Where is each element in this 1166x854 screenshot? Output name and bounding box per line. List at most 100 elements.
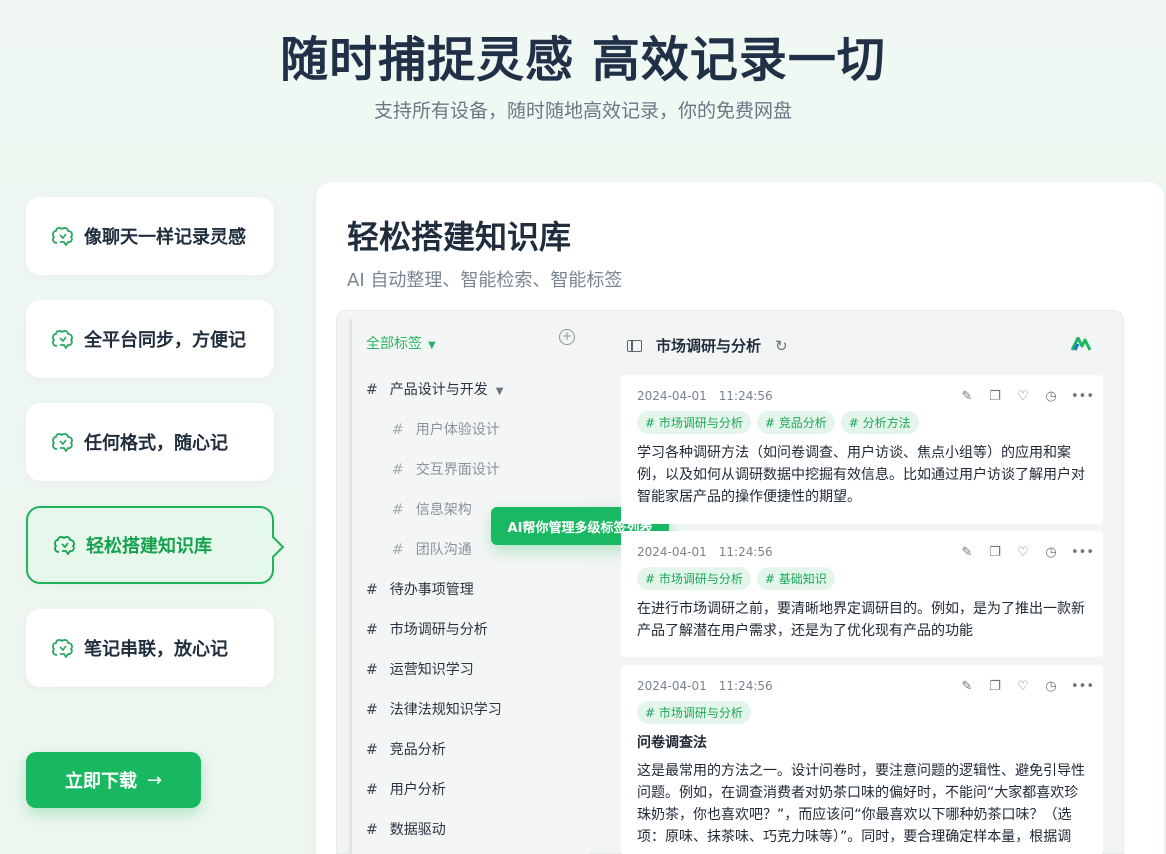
panel-subtitle: AI 自动整理、智能检索、智能标签 <box>347 270 623 291</box>
tag-item[interactable]: # 待办事项管理 <box>366 579 474 599</box>
hash-icon: # <box>392 502 404 518</box>
tag-label: 法律法规知识学习 <box>389 702 502 718</box>
edit-icon[interactable]: ✎ <box>959 389 975 404</box>
hash-icon: # <box>366 662 378 678</box>
tag-label: 产品设计与开发 <box>389 382 488 398</box>
app-logo-icon <box>1071 337 1091 351</box>
copy-icon[interactable]: ❐ <box>987 545 1003 560</box>
tag-label: 交互界面设计 <box>415 462 500 478</box>
feature-item[interactable]: 全平台同步，方便记 <box>26 300 274 378</box>
tag-chip[interactable]: # 分析方法 <box>840 411 919 434</box>
tag-label: 数据驱动 <box>389 822 446 838</box>
note-actions: ✎ ❐ ♡ ◷ ••• <box>959 545 1094 560</box>
tag-chip[interactable]: # 竞品分析 <box>756 411 835 434</box>
tag-chip[interactable]: # 基础知识 <box>756 567 835 590</box>
note-date: 2024-04-01 <box>637 389 707 403</box>
tag-item[interactable]: # 数据驱动 <box>366 819 446 839</box>
note-body: 学习各种调研方法（如问卷调查、用户访谈、焦点小组等）的应用和案例，以及如何从调研… <box>637 445 1085 505</box>
note-time: 11:24:56 <box>718 389 773 403</box>
brain-icon <box>50 328 76 350</box>
hash-icon: # <box>392 542 404 558</box>
arrow-right-icon: → <box>146 769 163 791</box>
tag-item[interactable]: # 法律法规知识学习 <box>366 699 502 719</box>
feature-item[interactable]: 像聊天一样记录灵感 <box>26 197 274 275</box>
note-body: 这是最常用的方法之一。设计问卷时，要注意问题的逻辑性、避免引导性问题。例如，在调… <box>637 763 1085 845</box>
more-icon[interactable]: ••• <box>1071 389 1094 404</box>
heart-icon[interactable]: ♡ <box>1015 545 1031 560</box>
tag-item[interactable]: # 用户体验设计 <box>392 419 500 439</box>
copy-icon[interactable]: ❐ <box>987 679 1003 694</box>
tag-sidebar: 全部标签 ▼ + # 产品设计与开发 ▼ # 用户体验设计 # 交互界面设计 # 信息架构 # 团队沟… <box>349 319 589 854</box>
tag-label: 用户分析 <box>389 782 446 798</box>
hash-icon: # <box>366 822 378 838</box>
tag-item[interactable]: # 产品设计与开发 ▼ <box>366 379 503 399</box>
note-date: 2024-04-01 <box>637 545 707 559</box>
tag-item[interactable]: # 竞品分析 <box>366 739 446 759</box>
refresh-icon[interactable]: ↻ <box>775 337 788 355</box>
hero-title: 随时捕捉灵感 高效记录一切 <box>280 32 886 88</box>
note-body: 在进行市场调研之前，要清晰地界定调研目的。例如，是为了推出一款新产品了解潜在用户… <box>637 601 1085 639</box>
tag-chip[interactable]: # 市场调研与分析 <box>637 701 751 724</box>
note-tags: # 市场调研与分析 <box>637 701 1087 724</box>
note-time: 11:24:56 <box>718 679 773 693</box>
tag-label: 团队沟通 <box>415 542 472 558</box>
feature-item[interactable]: 笔记串联，放心记 <box>26 609 274 687</box>
tag-item[interactable]: # 市场调研与分析 <box>366 619 488 639</box>
sidebar-toggle-icon[interactable] <box>627 339 642 352</box>
content-header: 市场调研与分析 ↻ <box>627 335 788 356</box>
tag-label: 待办事项管理 <box>389 582 474 598</box>
alarm-icon[interactable]: ◷ <box>1043 389 1059 404</box>
note-card[interactable]: 2024-04-01 11:24:56 ✎ ❐ ♡ ◷ ••• # 市场调研与分析 问卷调查法这… <box>621 665 1103 854</box>
feature-label: 任何格式，随心记 <box>84 433 228 454</box>
hash-icon: # <box>366 702 378 718</box>
tag-item[interactable]: # 交互界面设计 <box>392 459 500 479</box>
tag-label: 信息架构 <box>415 502 472 518</box>
more-icon[interactable]: ••• <box>1071 545 1094 560</box>
tag-item[interactable]: # 运营知识学习 <box>366 659 474 679</box>
feature-item[interactable]: 任何格式，随心记 <box>26 403 274 481</box>
hash-icon: # <box>366 622 378 638</box>
heart-icon[interactable]: ♡ <box>1015 679 1031 694</box>
note-tags: # 市场调研与分析 # 竞品分析 # 分析方法 <box>637 411 1087 434</box>
content-title: 市场调研与分析 <box>656 337 762 355</box>
brain-icon <box>50 225 76 247</box>
panel-title: 轻松搭建知识库 <box>347 218 572 256</box>
hash-icon: # <box>366 582 378 598</box>
feature-label: 全平台同步，方便记 <box>84 330 246 351</box>
all-tags-dropdown[interactable]: 全部标签 ▼ <box>366 333 436 353</box>
heart-icon[interactable]: ♡ <box>1015 389 1031 404</box>
tag-chip[interactable]: # 市场调研与分析 <box>637 567 751 590</box>
hero-subtitle: 支持所有设备，随时随地高效记录，你的免费网盘 <box>373 100 792 122</box>
note-tags: # 市场调研与分析 # 基础知识 <box>637 567 1087 590</box>
caret-down-icon[interactable]: ▼ <box>496 386 504 397</box>
hash-icon: # <box>392 462 404 478</box>
note-card[interactable]: 2024-04-01 11:24:56 ✎ ❐ ♡ ◷ ••• # 市场调研与分析 # 基础知识… <box>621 531 1103 657</box>
hash-icon: # <box>392 422 404 438</box>
edit-icon[interactable]: ✎ <box>959 545 975 560</box>
note-card[interactable]: 2024-04-01 11:24:56 ✎ ❐ ♡ ◷ ••• # 市场调研与分析 # 竞品分析… <box>621 375 1103 524</box>
note-date: 2024-04-01 <box>637 679 707 693</box>
caret-down-icon: ▼ <box>428 340 436 351</box>
tag-label: 用户体验设计 <box>415 422 500 438</box>
hash-icon: # <box>366 782 378 798</box>
add-tag-icon[interactable]: + <box>559 329 575 345</box>
hash-icon: # <box>366 742 378 758</box>
tag-chip[interactable]: # 市场调研与分析 <box>637 411 751 434</box>
tag-label: 竞品分析 <box>389 742 446 758</box>
download-button[interactable]: 立即下载 → <box>26 752 201 808</box>
brain-icon <box>52 534 78 556</box>
note-time: 11:24:56 <box>718 545 773 559</box>
tag-item[interactable]: # 用户分析 <box>366 779 446 799</box>
tag-item[interactable]: # 信息架构 <box>392 499 472 519</box>
tag-label: 市场调研与分析 <box>389 622 488 638</box>
edit-icon[interactable]: ✎ <box>959 679 975 694</box>
feature-label: 笔记串联，放心记 <box>84 639 228 660</box>
note-actions: ✎ ❐ ♡ ◷ ••• <box>959 389 1094 404</box>
copy-icon[interactable]: ❐ <box>987 389 1003 404</box>
feature-item[interactable]: 轻松搭建知识库 <box>26 506 274 584</box>
more-icon[interactable]: ••• <box>1071 679 1094 694</box>
tag-item[interactable]: # 团队沟通 <box>392 539 472 559</box>
feature-label: 轻松搭建知识库 <box>86 536 212 557</box>
alarm-icon[interactable]: ◷ <box>1043 679 1059 694</box>
alarm-icon[interactable]: ◷ <box>1043 545 1059 560</box>
